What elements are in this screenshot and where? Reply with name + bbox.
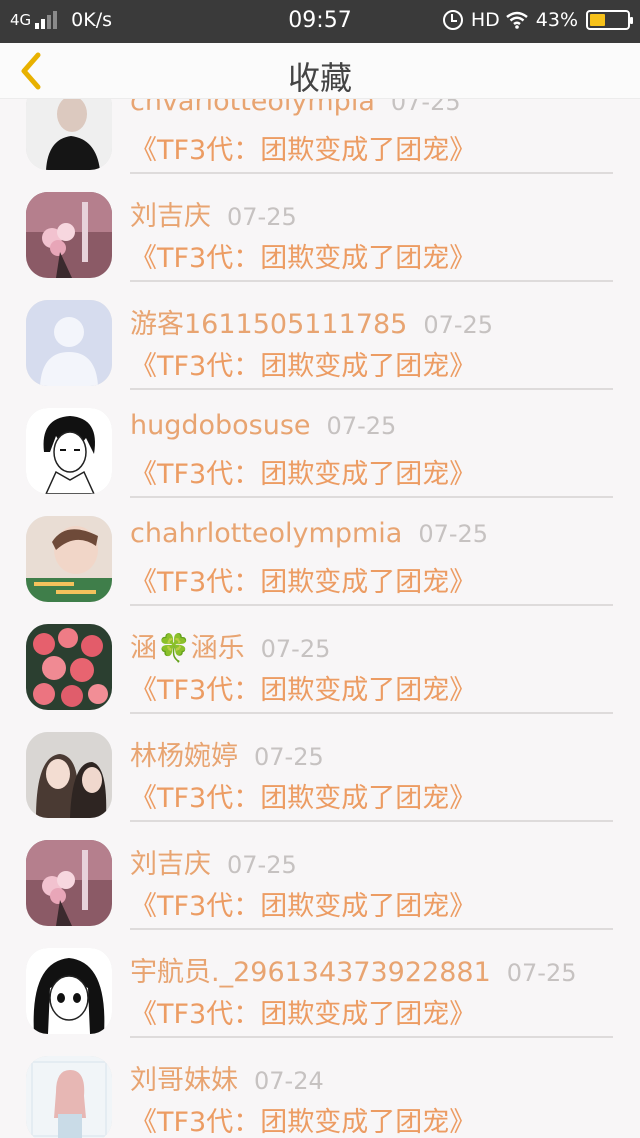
- story-title[interactable]: 《TF3代：团欺变成了团宠》: [130, 1100, 476, 1138]
- list-item[interactable]: 涵🍀涵乐 07-25 《TF3代：团欺变成了团宠》: [0, 624, 640, 732]
- item-meta: 林杨婉婷 07-25: [130, 734, 324, 773]
- favorite-date: 07-25: [227, 203, 297, 231]
- battery-icon: [586, 10, 633, 30]
- list-item[interactable]: 宇航员._296134373922881 07-25 《TF3代：团欺变成了团宠》: [0, 948, 640, 1056]
- favorite-date: 07-25: [506, 959, 577, 987]
- avatar[interactable]: [26, 948, 112, 1034]
- story-title[interactable]: 《TF3代：团欺变成了团宠》: [130, 776, 476, 815]
- username[interactable]: 游客1611505111785: [130, 309, 407, 340]
- username[interactable]: hugdobosuse: [130, 410, 311, 441]
- username[interactable]: 涵🍀涵乐: [130, 633, 245, 664]
- list-item[interactable]: chahrlotteolympmia 07-25 《TF3代：团欺变成了团宠》: [0, 516, 640, 624]
- avatar[interactable]: [26, 624, 112, 710]
- avatar[interactable]: [26, 99, 112, 170]
- page-title: 收藏: [287, 59, 352, 97]
- divider: [130, 496, 613, 498]
- list-item[interactable]: chvarlotteolympia 07-25 《TF3代：团欺变成了团宠》: [0, 99, 640, 192]
- item-meta: 刘吉庆 07-25: [130, 842, 297, 881]
- favorite-date: 07-25: [227, 851, 297, 879]
- username[interactable]: 宇航员._296134373922881: [130, 957, 491, 988]
- story-title[interactable]: 《TF3代：团欺变成了团宠》: [130, 992, 476, 1031]
- story-title[interactable]: 《TF3代：团欺变成了团宠》: [130, 884, 476, 923]
- item-meta: 涵🍀涵乐 07-25: [130, 626, 330, 665]
- avatar[interactable]: [26, 408, 112, 494]
- favorite-date: 07-25: [418, 520, 489, 548]
- story-title[interactable]: 《TF3代：团欺变成了团宠》: [130, 128, 476, 167]
- list-item[interactable]: 林杨婉婷 07-25 《TF3代：团欺变成了团宠》: [0, 732, 640, 840]
- story-title[interactable]: 《TF3代：团欺变成了团宠》: [130, 560, 476, 599]
- header: 收藏: [0, 43, 640, 99]
- username[interactable]: 刘哥妹妹: [130, 1065, 238, 1096]
- story-title[interactable]: 《TF3代：团欺变成了团宠》: [130, 452, 476, 491]
- item-meta: hugdobosuse 07-25: [130, 410, 396, 441]
- divider: [130, 1036, 613, 1038]
- item-meta: chahrlotteolympmia 07-25: [130, 518, 488, 549]
- item-meta: chvarlotteolympia 07-25: [130, 99, 461, 117]
- divider: [130, 712, 613, 714]
- status-bar: 4G 0K/s 09:57 HD 43%: [0, 0, 640, 43]
- avatar[interactable]: [26, 732, 112, 818]
- favorite-date: 07-25: [423, 311, 494, 339]
- divider: [130, 280, 613, 282]
- favorite-date: 07-25: [326, 412, 397, 440]
- list-item[interactable]: 游客1611505111785 07-25 《TF3代：团欺变成了团宠》: [0, 300, 640, 408]
- wifi-icon: [505, 11, 528, 29]
- favorite-date: 07-24: [254, 1067, 324, 1095]
- list-item[interactable]: 刘吉庆 07-25 《TF3代：团欺变成了团宠》: [0, 840, 640, 948]
- username[interactable]: chvarlotteolympia: [130, 99, 375, 117]
- item-meta: 刘吉庆 07-25: [130, 194, 297, 233]
- avatar[interactable]: [26, 1056, 112, 1138]
- story-title[interactable]: 《TF3代：团欺变成了团宠》: [130, 236, 476, 275]
- divider: [130, 172, 613, 174]
- item-meta: 刘哥妹妹 07-24: [130, 1058, 324, 1097]
- item-meta: 游客1611505111785 07-25: [130, 302, 493, 341]
- item-meta: 宇航员._296134373922881 07-25: [130, 950, 577, 989]
- avatar[interactable]: [26, 300, 112, 386]
- list-item[interactable]: 刘哥妹妹 07-24 《TF3代：团欺变成了团宠》: [0, 1056, 640, 1138]
- favorite-date: 07-25: [390, 99, 461, 116]
- favorite-date: 07-25: [254, 743, 324, 771]
- avatar[interactable]: [26, 840, 112, 926]
- username[interactable]: 刘吉庆: [130, 849, 211, 880]
- avatar[interactable]: [26, 516, 112, 602]
- list-item[interactable]: 刘吉庆 07-25 《TF3代：团欺变成了团宠》: [0, 192, 640, 300]
- username[interactable]: 刘吉庆: [130, 201, 211, 232]
- story-title[interactable]: 《TF3代：团欺变成了团宠》: [130, 344, 476, 383]
- divider: [130, 604, 613, 606]
- avatar[interactable]: [26, 192, 112, 278]
- divider: [130, 820, 613, 822]
- username[interactable]: 林杨婉婷: [130, 741, 238, 772]
- hd-label: HD: [470, 9, 500, 31]
- favorites-list: chvarlotteolympia 07-25 《TF3代：团欺变成了团宠》 刘吉庆 0…: [0, 99, 640, 1138]
- battery-percent: 43%: [535, 9, 578, 31]
- list-item[interactable]: hugdobosuse 07-25 《TF3代：团欺变成了团宠》: [0, 408, 640, 516]
- username[interactable]: chahrlotteolympmia: [130, 518, 402, 549]
- divider: [130, 388, 613, 390]
- alarm-icon: [442, 10, 463, 30]
- story-title[interactable]: 《TF3代：团欺变成了团宠》: [130, 668, 476, 707]
- favorite-date: 07-25: [260, 635, 331, 663]
- status-right: HD 43%: [442, 9, 633, 31]
- divider: [130, 928, 613, 930]
